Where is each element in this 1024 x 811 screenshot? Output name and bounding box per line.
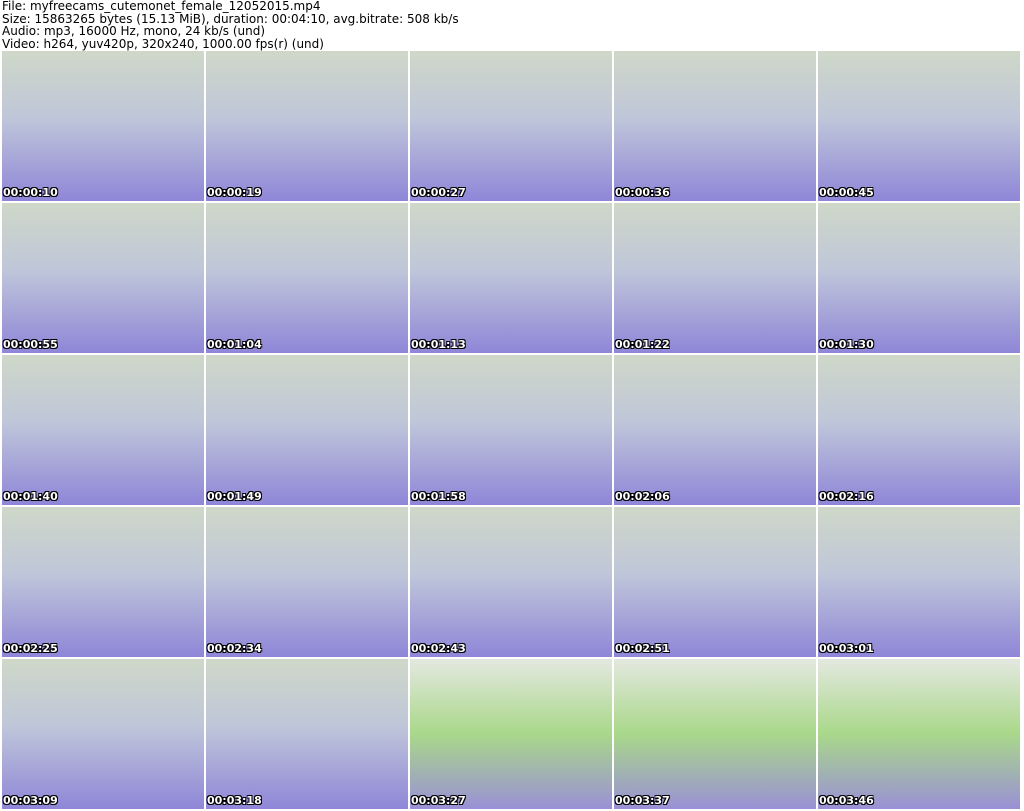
video-thumbnail: 00:02:43 — [410, 507, 612, 657]
timestamp: 00:03:37 — [615, 794, 670, 807]
thumbnail-grid: 00:00:10 00:00:19 00:00:27 00:00:36 00:00:45… — [2, 51, 1020, 809]
timestamp: 00:03:18 — [207, 794, 262, 807]
timestamp: 00:03:27 — [411, 794, 466, 807]
video-thumbnail: 00:03:09 — [2, 659, 204, 809]
video-thumbnail: 00:01:13 — [410, 203, 612, 353]
video-thumbnail: 00:02:06 — [614, 355, 816, 505]
timestamp: 00:00:27 — [411, 186, 466, 199]
video-thumbnail: 00:02:16 — [818, 355, 1020, 505]
video-thumbnail: 00:02:51 — [614, 507, 816, 657]
timestamp: 00:02:06 — [615, 490, 670, 503]
timestamp: 00:02:34 — [207, 642, 262, 655]
timestamp: 00:01:13 — [411, 338, 466, 351]
timestamp: 00:03:09 — [3, 794, 58, 807]
timestamp: 00:00:45 — [819, 186, 874, 199]
video-thumbnail: 00:00:45 — [818, 51, 1020, 201]
audio-info: Audio: mp3, 16000 Hz, mono, 24 kb/s (und… — [2, 24, 266, 38]
video-thumbnail: 00:03:46 — [818, 659, 1020, 809]
timestamp: 00:00:19 — [207, 186, 262, 199]
video-thumbnail: 00:00:27 — [410, 51, 612, 201]
timestamp: 00:01:22 — [615, 338, 670, 351]
video-thumbnail: 00:03:01 — [818, 507, 1020, 657]
video-thumbnail: 00:03:27 — [410, 659, 612, 809]
timestamp: 00:02:16 — [819, 490, 874, 503]
timestamp: 00:02:43 — [411, 642, 466, 655]
timestamp: 00:02:51 — [615, 642, 670, 655]
video-thumbnail: 00:00:36 — [614, 51, 816, 201]
video-thumbnail: 00:00:10 — [2, 51, 204, 201]
timestamp: 00:01:49 — [207, 490, 262, 503]
video-info: Video: h264, yuv420p, 320x240, 1000.00 f… — [2, 36, 324, 51]
video-thumbnail: 00:00:55 — [2, 203, 204, 353]
timestamp: 00:00:36 — [615, 186, 670, 199]
video-thumbnail: 00:01:40 — [2, 355, 204, 505]
video-thumbnail: 00:03:37 — [614, 659, 816, 809]
timestamp: 00:01:04 — [207, 338, 262, 351]
timestamp: 00:00:10 — [3, 186, 58, 199]
video-thumbnail: 00:01:30 — [818, 203, 1020, 353]
video-thumbnail: 00:01:22 — [614, 203, 816, 353]
timestamp: 00:03:46 — [819, 794, 874, 807]
timestamp: 00:01:58 — [411, 490, 466, 503]
video-thumbnail: 00:01:58 — [410, 355, 612, 505]
timestamp: 00:01:30 — [819, 338, 874, 351]
file-info-header: File: myfreecams_cutemonet_female_120520… — [2, 0, 459, 50]
video-thumbnail: 00:01:49 — [206, 355, 408, 505]
video-thumbnail: 00:01:04 — [206, 203, 408, 353]
video-thumbnail: 00:03:18 — [206, 659, 408, 809]
file-name: File: myfreecams_cutemonet_female_120520… — [2, 0, 321, 13]
timestamp: 00:00:55 — [3, 338, 58, 351]
video-thumbnail: 00:02:34 — [206, 507, 408, 657]
timestamp: 00:02:25 — [3, 642, 58, 655]
video-thumbnail: 00:00:19 — [206, 51, 408, 201]
timestamp: 00:03:01 — [819, 642, 874, 655]
timestamp: 00:01:40 — [3, 490, 58, 503]
video-thumbnail: 00:02:25 — [2, 507, 204, 657]
